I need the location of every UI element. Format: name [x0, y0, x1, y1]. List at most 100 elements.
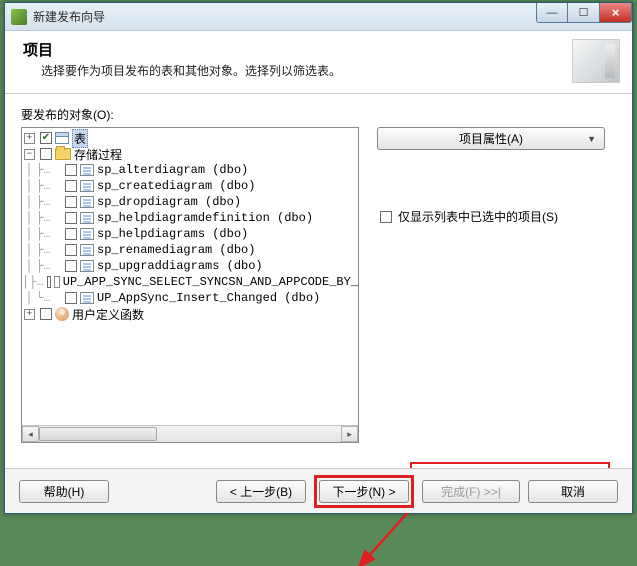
tree-branch-icon: ├… [36, 163, 62, 177]
tree-node-sp-root[interactable]: − 存储过程 [22, 146, 358, 162]
tree-branch-icon: ├… [36, 243, 62, 257]
stored-proc-icon [80, 244, 94, 256]
tree-node-sp-item[interactable]: │├… sp_alterdiagram (dbo) [22, 162, 358, 178]
tree-label: sp_dropdiagram (dbo) [97, 195, 241, 209]
tree-node-sp-item[interactable]: │├… sp_helpdiagrams (dbo) [22, 226, 358, 242]
stored-proc-icon [54, 276, 59, 288]
checkbox[interactable] [65, 196, 77, 208]
checkbox[interactable] [40, 308, 52, 320]
tree-branch-icon: ├… [36, 179, 62, 193]
stored-proc-icon [80, 164, 94, 176]
checkbox[interactable] [65, 260, 77, 272]
tree-node-tables[interactable]: + 表 [22, 130, 358, 146]
scroll-right-button[interactable]: ▸ [341, 426, 358, 442]
checkbox[interactable] [65, 212, 77, 224]
window-controls: — ☐ × [536, 3, 632, 23]
tree-node-sp-item[interactable]: │├… sp_upgraddiagrams (dbo) [22, 258, 358, 274]
stored-proc-icon [80, 196, 94, 208]
tree-node-udf[interactable]: + 用户定义函数 [22, 306, 358, 322]
tree-label: sp_renamediagram (dbo) [97, 243, 255, 257]
stored-proc-icon [80, 212, 94, 224]
checkbox[interactable] [40, 132, 52, 144]
window-title: 新建发布向导 [33, 8, 105, 25]
tree-label: UP_AppSync_Insert_Changed (dbo) [97, 291, 320, 305]
show-selected-label: 仅显示列表中已选中的项目(S) [398, 208, 558, 225]
checkbox[interactable] [65, 164, 77, 176]
checkbox[interactable] [47, 276, 52, 288]
objects-label: 要发布的对象(O): [21, 106, 616, 123]
tree-label: sp_alterdiagram (dbo) [97, 163, 248, 177]
checkbox[interactable] [65, 228, 77, 240]
tree-label: sp_helpdiagrams (dbo) [97, 227, 248, 241]
tree-branch-icon: ├… [36, 195, 62, 209]
user-function-icon [55, 307, 69, 321]
app-icon [11, 9, 27, 25]
right-column: 项目属性(A) ▼ 仅显示列表中已选中的项目(S) [377, 127, 616, 443]
maximize-button[interactable]: ☐ [568, 3, 600, 23]
scroll-track[interactable] [39, 426, 341, 442]
item-properties-button[interactable]: 项目属性(A) ▼ [377, 127, 605, 150]
tree-line-icon: │ [22, 291, 36, 305]
tree-node-sp-item[interactable]: │├… sp_dropdiagram (dbo) [22, 194, 358, 210]
tree-line-icon: │ [22, 163, 36, 177]
scroll-thumb[interactable] [39, 427, 157, 441]
tree-line-icon: │ [22, 243, 36, 257]
page-title: 项目 [23, 39, 560, 60]
tree-node-sp-item[interactable]: │├… sp_creatediagram (dbo) [22, 178, 358, 194]
tree-branch-icon: ├… [36, 211, 62, 225]
tree-branch-icon: └… [36, 291, 62, 305]
tree-node-sp-item[interactable]: │└… UP_AppSync_Insert_Changed (dbo) [22, 290, 358, 306]
finish-button: 完成(F) >>| [422, 480, 520, 503]
folder-icon [55, 148, 71, 160]
tree-node-sp-item[interactable]: │├… sp_renamediagram (dbo) [22, 242, 358, 258]
next-button[interactable]: 下一步(N) > [319, 480, 409, 503]
close-button[interactable]: × [600, 3, 632, 23]
checkbox[interactable] [65, 244, 77, 256]
help-button[interactable]: 帮助(H) [19, 480, 109, 503]
expand-icon[interactable]: + [24, 133, 35, 144]
tree-line-icon: │ [22, 227, 36, 241]
horizontal-scrollbar[interactable]: ◂ ▸ [22, 425, 358, 442]
button-label: 项目属性(A) [459, 130, 523, 147]
cancel-button[interactable]: 取消 [528, 480, 618, 503]
tree-node-sp-item[interactable]: │├… sp_helpdiagramdefinition (dbo) [22, 210, 358, 226]
stored-proc-icon [80, 228, 94, 240]
objects-tree[interactable]: + 表 − 存储过程 │├…sp_alterdiagram (dbo)│├…sp… [21, 127, 359, 443]
collapse-icon[interactable]: − [24, 149, 35, 160]
table-icon [55, 132, 69, 144]
wizard-window: 新建发布向导 — ☐ × 项目 选择要作为项目发布的表和其他对象。选择列以筛选表… [4, 2, 633, 514]
tree-line-icon: │ [22, 195, 36, 209]
stored-proc-icon [80, 180, 94, 192]
show-selected-row: 仅显示列表中已选中的项目(S) [377, 208, 616, 225]
stored-proc-icon [80, 292, 94, 304]
next-button-highlight: 下一步(N) > [314, 475, 414, 508]
checkbox[interactable] [65, 180, 77, 192]
tree-label: sp_creatediagram (dbo) [97, 179, 255, 193]
tree-branch-icon: ├… [36, 227, 62, 241]
tree-line-icon: │ [22, 275, 29, 289]
stored-proc-icon [80, 260, 94, 272]
scroll-left-button[interactable]: ◂ [22, 426, 39, 442]
chevron-down-icon: ▼ [587, 134, 596, 144]
show-selected-checkbox[interactable] [380, 211, 392, 223]
tree-line-icon: │ [22, 179, 36, 193]
tree-line-icon: │ [22, 259, 36, 273]
wizard-body: 要发布的对象(O): + 表 − 存储过程 [5, 94, 632, 509]
tree-branch-icon: ├… [29, 275, 43, 289]
tree-line-icon: │ [22, 211, 36, 225]
tree-label: sp_helpdiagramdefinition (dbo) [97, 211, 313, 225]
checkbox[interactable] [65, 292, 77, 304]
tree-label: sp_upgraddiagrams (dbo) [97, 259, 263, 273]
wizard-header: 项目 选择要作为项目发布的表和其他对象。选择列以筛选表。 [5, 31, 632, 94]
back-button[interactable]: < 上一步(B) [216, 480, 306, 503]
tree-branch-icon: ├… [36, 259, 62, 273]
checkbox[interactable] [40, 148, 52, 160]
tree-node-sp-item[interactable]: │├… UP_APP_SYNC_SELECT_SYNCSN_AND_APPCODE… [22, 274, 358, 290]
page-description: 选择要作为项目发布的表和其他对象。选择列以筛选表。 [23, 62, 560, 79]
header-graphic-icon [572, 39, 620, 83]
titlebar: 新建发布向导 — ☐ × [5, 3, 632, 31]
tree-label: 存储过程 [74, 146, 122, 163]
tree-label: UP_APP_SYNC_SELECT_SYNCSN_AND_APPCODE_BY… [63, 275, 358, 289]
expand-icon[interactable]: + [24, 309, 35, 320]
minimize-button[interactable]: — [536, 3, 568, 23]
